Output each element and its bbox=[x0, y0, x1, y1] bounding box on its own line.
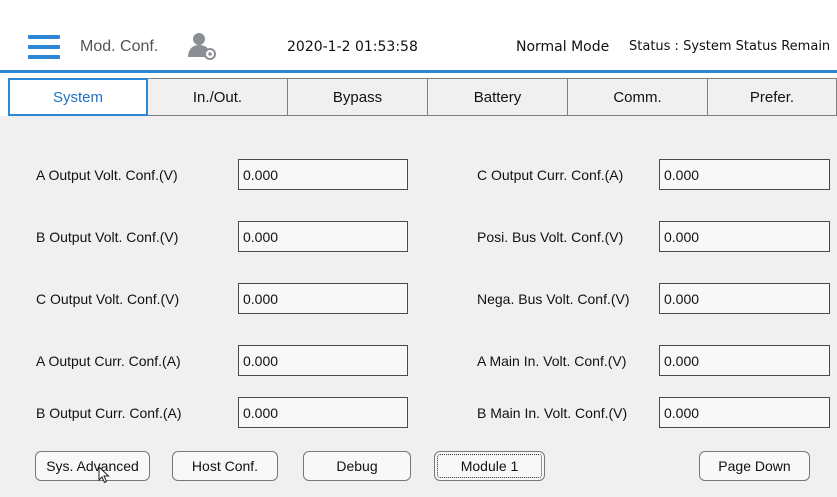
config-panel: A Output Volt. Conf.(V) B Output Volt. C… bbox=[0, 116, 837, 497]
field-label-b-output-curr: B Output Curr. Conf.(A) bbox=[36, 405, 182, 421]
mode-indicator: Normal Mode bbox=[516, 39, 610, 55]
b-output-curr-input[interactable] bbox=[238, 397, 408, 428]
tab-bypass[interactable]: Bypass bbox=[288, 78, 428, 116]
field-label-b-output-volt: B Output Volt. Conf.(V) bbox=[36, 229, 179, 245]
tab-comm[interactable]: Comm. bbox=[568, 78, 708, 116]
header-divider bbox=[0, 70, 837, 73]
datetime-display: 2020-1-2 01:53:58 bbox=[287, 39, 418, 55]
mouse-cursor-icon bbox=[98, 466, 110, 484]
field-label-b-main-in-volt: B Main In. Volt. Conf.(V) bbox=[477, 405, 628, 421]
posi-bus-volt-input[interactable] bbox=[659, 221, 830, 252]
a-output-curr-input[interactable] bbox=[238, 345, 408, 376]
hamburger-menu-icon[interactable] bbox=[28, 35, 60, 59]
tab-system[interactable]: System bbox=[8, 78, 148, 116]
page-title: Mod. Conf. bbox=[80, 38, 159, 55]
field-label-c-output-volt: C Output Volt. Conf.(V) bbox=[36, 291, 180, 307]
page-down-button[interactable]: Page Down bbox=[699, 451, 810, 481]
tab-bar: System In./Out. Bypass Battery Comm. Pre… bbox=[8, 78, 837, 116]
b-main-in-volt-input[interactable] bbox=[659, 397, 830, 428]
tab-battery[interactable]: Battery bbox=[428, 78, 568, 116]
b-output-volt-input[interactable] bbox=[238, 221, 408, 252]
header-bar: Mod. Conf. 2020-1-2 01:53:58 Normal Mode… bbox=[0, 0, 837, 73]
field-label-c-output-curr: C Output Curr. Conf.(A) bbox=[477, 167, 624, 183]
sys-advanced-button[interactable]: Sys. Advanced bbox=[35, 451, 150, 481]
tab-in-out[interactable]: In./Out. bbox=[148, 78, 288, 116]
field-label-a-output-curr: A Output Curr. Conf.(A) bbox=[36, 353, 181, 369]
debug-button[interactable]: Debug bbox=[303, 451, 411, 481]
c-output-curr-input[interactable] bbox=[659, 159, 830, 190]
tab-prefer[interactable]: Prefer. bbox=[708, 78, 837, 116]
field-label-a-main-in-volt: A Main In. Volt. Conf.(V) bbox=[477, 353, 627, 369]
status-text: Status : System Status Remain bbox=[629, 39, 831, 54]
field-label-a-output-volt: A Output Volt. Conf.(V) bbox=[36, 167, 178, 183]
nega-bus-volt-input[interactable] bbox=[659, 283, 830, 314]
user-settings-icon[interactable] bbox=[186, 30, 216, 60]
host-conf-button[interactable]: Host Conf. bbox=[172, 451, 278, 481]
field-label-nega-bus-volt: Nega. Bus Volt. Conf.(V) bbox=[477, 291, 630, 307]
c-output-volt-input[interactable] bbox=[238, 283, 408, 314]
field-label-posi-bus-volt: Posi. Bus Volt. Conf.(V) bbox=[477, 229, 624, 245]
module-button[interactable]: Module 1 bbox=[434, 451, 545, 481]
a-output-volt-input[interactable] bbox=[238, 159, 408, 190]
a-main-in-volt-input[interactable] bbox=[659, 345, 830, 376]
